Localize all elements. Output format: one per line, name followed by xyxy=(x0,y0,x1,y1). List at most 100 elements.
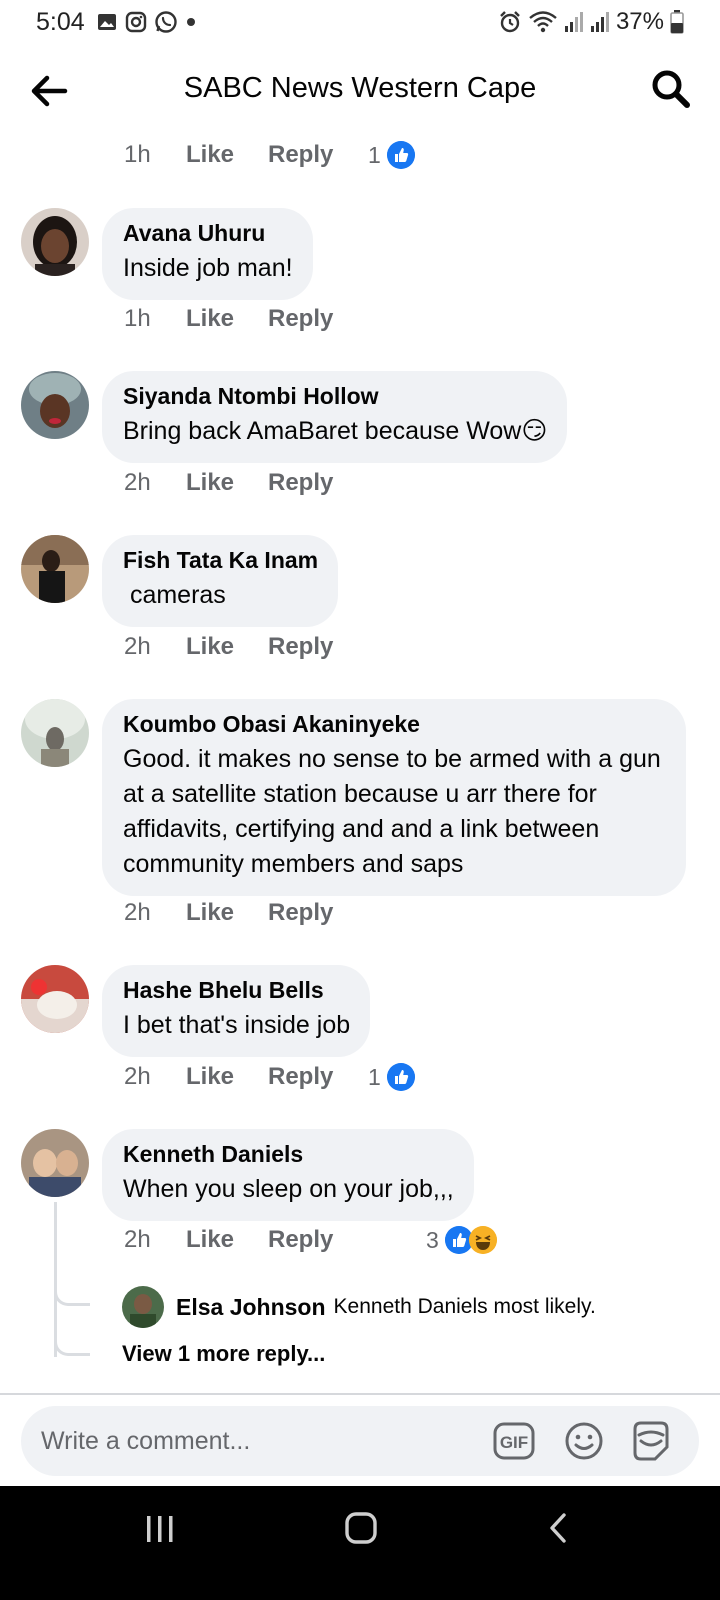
like-button[interactable]: Like xyxy=(186,1063,268,1091)
comment-author[interactable]: Kenneth Daniels xyxy=(123,1141,454,1168)
system-back-button[interactable] xyxy=(548,1512,568,1549)
home-icon xyxy=(345,1512,377,1544)
comment-time: 1h xyxy=(124,305,151,332)
avatar[interactable] xyxy=(21,371,89,439)
thread-branch xyxy=(54,1320,90,1356)
reply-preview[interactable]: Elsa Johnson Kenneth Daniels most likely… xyxy=(122,1286,596,1328)
recent-apps-button[interactable] xyxy=(145,1514,175,1549)
signal-icon xyxy=(564,12,583,32)
comment-time: 2h xyxy=(124,469,151,496)
comment-text: Good. it makes no sense to be armed with… xyxy=(123,745,661,878)
whatsapp-icon xyxy=(155,11,177,33)
reply-author[interactable]: Elsa Johnson xyxy=(176,1294,326,1321)
like-button[interactable]: Like xyxy=(186,1226,268,1254)
reaction-count[interactable]: 3 xyxy=(426,1227,439,1254)
notification-icons xyxy=(96,10,197,34)
avatar[interactable] xyxy=(21,699,89,767)
comment-actions: 2h Like Reply 1 xyxy=(124,1063,415,1091)
reply-button[interactable]: Reply xyxy=(268,633,368,661)
view-more-replies-link[interactable]: View 1 more reply... xyxy=(122,1341,325,1367)
comment-author[interactable]: Siyanda Ntombi Hollow xyxy=(123,383,547,410)
divider xyxy=(0,1393,720,1395)
comment-composer: GIF xyxy=(21,1406,699,1476)
app-header: SABC News Western Cape xyxy=(0,52,720,128)
like-button[interactable]: Like xyxy=(186,305,268,333)
avatar[interactable] xyxy=(21,1129,89,1197)
sticker-icon xyxy=(633,1421,669,1461)
comment-text: cameras xyxy=(123,581,226,609)
comment-author[interactable]: Avana Uhuru xyxy=(123,220,293,247)
comment-actions: 2h Like Reply 3 xyxy=(124,1226,497,1254)
reaction-count[interactable]: 1 xyxy=(368,1064,381,1091)
signal-icon xyxy=(590,12,609,32)
reply-button[interactable]: Reply xyxy=(268,305,368,333)
search-icon xyxy=(652,70,690,108)
comment-author[interactable]: Hashe Bhelu Bells xyxy=(123,977,350,1004)
like-button[interactable]: Like xyxy=(186,899,268,927)
reply-text: Kenneth Daniels most likely. xyxy=(333,1295,596,1318)
comment-input[interactable] xyxy=(41,1423,461,1459)
wifi-icon xyxy=(529,11,557,33)
reaction-count[interactable]: 1 xyxy=(368,142,381,169)
gif-icon: GIF xyxy=(493,1422,535,1460)
comment-time: 2h xyxy=(124,1226,151,1253)
comment-actions: 1h Like Reply xyxy=(124,305,368,333)
comment-time: 2h xyxy=(124,633,151,660)
dot-icon xyxy=(187,18,195,26)
sticker-button[interactable] xyxy=(629,1419,673,1463)
status-bar: 5:04 37% xyxy=(0,0,720,46)
comment-text: I bet that's inside job xyxy=(123,1011,351,1039)
haha-reaction-icon xyxy=(468,1226,497,1254)
emoji-icon xyxy=(565,1422,603,1460)
search-button[interactable] xyxy=(650,68,692,110)
comment-bubble[interactable]: Siyanda Ntombi Hollow Bring back AmaBare… xyxy=(102,371,568,463)
reply-button[interactable]: Reply xyxy=(268,1063,368,1091)
reply-button[interactable]: Reply xyxy=(268,1226,368,1254)
gif-button[interactable]: GIF xyxy=(493,1421,535,1461)
avatar[interactable] xyxy=(21,535,89,603)
battery-percentage: 37% xyxy=(615,8,664,35)
home-button[interactable] xyxy=(345,1512,377,1549)
reply-button[interactable]: Reply xyxy=(268,141,368,169)
comment-time: 1h xyxy=(124,141,151,168)
battery-icon xyxy=(670,10,684,34)
comment-text: When you sleep on your job,,, xyxy=(123,1175,454,1203)
avatar[interactable] xyxy=(122,1286,164,1328)
comment-bubble[interactable]: Koumbo Obasi Akaninyeke Good. it makes n… xyxy=(102,699,686,896)
comment-text: Inside job man! xyxy=(123,254,293,282)
comment-author[interactable]: Koumbo Obasi Akaninyeke xyxy=(123,711,666,738)
comment-bubble[interactable]: Kenneth Daniels When you sleep on your j… xyxy=(102,1129,474,1221)
page-title: SABC News Western Cape xyxy=(183,72,537,104)
system-navigation-bar xyxy=(0,1486,720,1600)
comment-bubble[interactable]: Hashe Bhelu Bells I bet that's inside jo… xyxy=(102,965,371,1057)
reply-button[interactable]: Reply xyxy=(268,469,368,497)
comment-actions: 2h Like Reply xyxy=(124,633,368,661)
gif-label: GIF xyxy=(500,1433,528,1452)
comment-time: 2h xyxy=(124,1063,151,1090)
emoji-button[interactable] xyxy=(563,1420,605,1462)
like-button[interactable]: Like xyxy=(186,141,268,169)
like-button[interactable]: Like xyxy=(186,633,268,661)
avatar[interactable] xyxy=(21,208,89,276)
comment-bubble[interactable]: Avana Uhuru Inside job man! xyxy=(102,208,313,300)
like-reaction-icon xyxy=(386,1063,415,1091)
reply-button[interactable]: Reply xyxy=(268,899,368,927)
gallery-icon xyxy=(98,14,116,30)
system-icons: 37% xyxy=(498,8,684,36)
comment-time: 2h xyxy=(124,899,151,926)
comment-actions: 2h Like Reply xyxy=(124,899,368,927)
status-time: 5:04 xyxy=(36,8,85,36)
comment-author[interactable]: Fish Tata Ka Inam xyxy=(123,547,318,574)
alarm-icon xyxy=(500,11,520,33)
instagram-icon xyxy=(125,11,147,33)
recent-apps-icon xyxy=(147,1516,173,1542)
chevron-left-icon xyxy=(550,1513,566,1543)
like-button[interactable]: Like xyxy=(186,469,268,497)
comment-actions: 1h Like Reply 1 xyxy=(124,141,415,169)
comment-actions: 2h Like Reply xyxy=(124,469,368,497)
thread-branch xyxy=(54,1270,90,1306)
comment-bubble[interactable]: Fish Tata Ka Inam cameras xyxy=(102,535,339,627)
avatar[interactable] xyxy=(21,965,89,1033)
like-reaction-icon xyxy=(386,141,415,169)
comment-text: Bring back AmaBaret because Wow😏 xyxy=(123,417,548,445)
